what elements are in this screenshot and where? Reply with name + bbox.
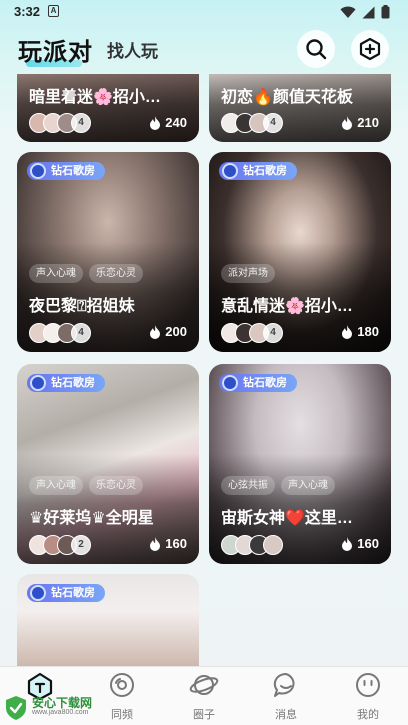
search-icon (306, 39, 327, 60)
heat-count: 210 (341, 115, 379, 130)
room-title: 初恋🔥颜值天花板 (221, 89, 353, 106)
diamond-icon (222, 375, 238, 391)
room-tags: 声入心魂 乐恋心灵 (29, 476, 143, 495)
status-time: 3:32 (14, 4, 41, 19)
nav-item-me[interactable]: 我的 (338, 671, 398, 722)
flame-icon (150, 115, 161, 130)
diamond-icon (30, 585, 46, 601)
room-card[interactable]: 钻石歌房 心弦共振 声入心魂 宙斯女神❤️这里… 160 (209, 364, 391, 564)
room-tag: 声入心魂 (281, 476, 335, 495)
heat-count: 200 (149, 324, 187, 339)
room-tag: 乐恋心灵 (89, 264, 143, 283)
wifi-icon (340, 6, 356, 18)
diamond-icon (222, 163, 238, 179)
smiley-icon (356, 673, 380, 697)
notification-icon: A (48, 5, 59, 17)
diamond-room-badge: 钻石歌房 (27, 374, 105, 392)
nav-item-messages[interactable]: 消息 (256, 671, 316, 722)
search-button[interactable] (297, 30, 335, 68)
flame-icon (342, 115, 353, 130)
diamond-room-badge: 钻石歌房 (219, 374, 297, 392)
room-title: ♛好莱坞♛全明星 (29, 510, 154, 527)
room-card[interactable]: 钻石歌房 声入心魂 乐恋心灵 ♛好莱坞♛全明星 2 160 (17, 364, 199, 564)
planet-icon (189, 675, 219, 695)
room-tags: 派对声场 (221, 264, 275, 283)
room-tag: 心弦共振 (221, 476, 275, 495)
heat-count: 160 (341, 536, 379, 551)
heat-count: 240 (149, 115, 187, 130)
flame-icon (150, 324, 161, 339)
status-bar: 3:32 A (0, 0, 408, 24)
room-title: 宙斯女神❤️这里… (221, 510, 353, 527)
heat-count: 160 (149, 536, 187, 551)
room-title: 暗里着迷🌸招小… (29, 89, 161, 106)
room-tag: 声入心魂 (29, 476, 83, 495)
watermark-shield-icon (6, 696, 26, 720)
header: 玩派对 找人玩 (0, 24, 408, 74)
member-avatars: 4 (29, 113, 91, 133)
member-avatars: 4 (221, 113, 283, 133)
member-avatars: 2 (29, 535, 91, 555)
flame-icon (342, 536, 353, 551)
room-card[interactable]: 初恋🔥颜值天花板 4 210 (209, 74, 391, 142)
system-icons (340, 5, 390, 19)
room-tags: 心弦共振 声入心魂 (221, 476, 335, 495)
room-title: 夜巴黎⍰招姐妹 (29, 298, 135, 315)
room-tags: 声入心魂 乐恋心灵 (29, 264, 143, 283)
heat-count: 180 (341, 324, 379, 339)
chat-bubble-icon (273, 672, 295, 697)
watermark-logo: 安心下载网 www.java800.com (4, 694, 114, 722)
diamond-icon (30, 375, 46, 391)
diamond-icon (30, 163, 46, 179)
flame-icon (150, 536, 161, 551)
member-avatars (221, 535, 283, 555)
tab-find-people[interactable]: 找人玩 (107, 37, 158, 62)
tab-play-party[interactable]: 玩派对 (18, 32, 93, 67)
room-card[interactable]: 钻石歌房 (17, 574, 199, 666)
room-card[interactable]: 钻石歌房 派对声场 意乱情迷🌸招小… 4 180 (209, 152, 391, 352)
battery-icon (381, 5, 390, 19)
diamond-room-badge: 钻石歌房 (27, 162, 105, 180)
create-room-button[interactable] (351, 30, 389, 68)
room-card[interactable]: 钻石歌房 声入心魂 乐恋心灵 夜巴黎⍰招姐妹 4 200 (17, 152, 199, 352)
diamond-room-badge: 钻石歌房 (27, 584, 105, 602)
room-tag: 派对声场 (221, 264, 275, 283)
room-title: 意乱情迷🌸招小… (221, 298, 353, 315)
member-avatars: 4 (221, 323, 283, 343)
room-card[interactable]: 暗里着迷🌸招小… 4 240 (17, 74, 199, 142)
room-tag: 声入心魂 (29, 264, 83, 283)
member-avatars: 4 (29, 323, 91, 343)
add-hexagon-icon (359, 37, 381, 61)
room-tag: 乐恋心灵 (89, 476, 143, 495)
flame-icon (342, 324, 353, 339)
diamond-room-badge: 钻石歌房 (219, 162, 297, 180)
nav-item-circle[interactable]: 圈子 (174, 671, 234, 722)
signal-icon (362, 6, 375, 18)
